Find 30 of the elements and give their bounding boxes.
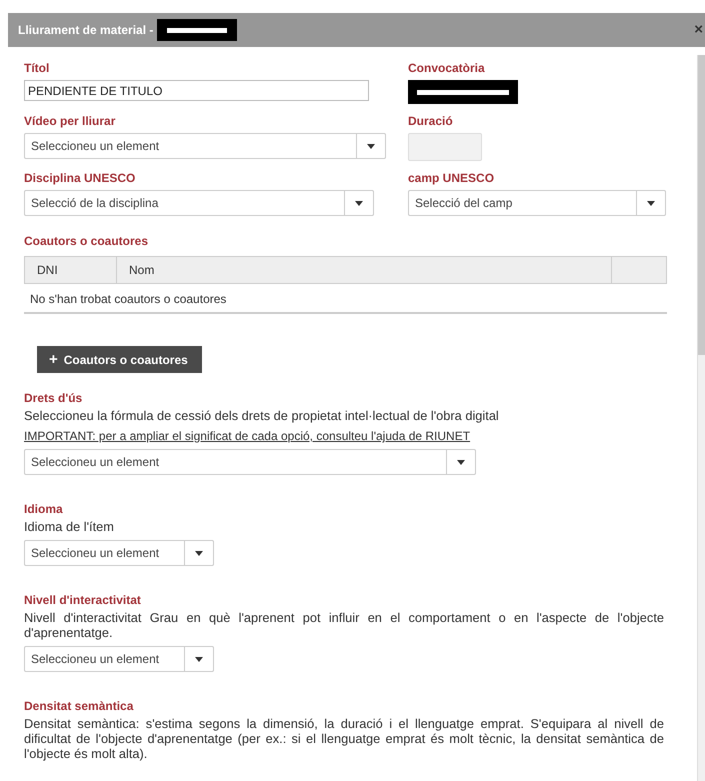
section-label: Densitat semàntica [24, 699, 134, 713]
section-label: Coautors o coautores [24, 234, 150, 248]
column-header: DNI [25, 257, 117, 283]
section-description: Seleccioneu la fórmula de cessió dels drets de propietat intel·lectual de l'obra digital [24, 408, 500, 423]
section-label: Idioma [24, 502, 64, 516]
select-field[interactable]: Seleccioneu un element [24, 133, 386, 159]
field-label: Vídeo per lliurar [24, 114, 116, 128]
select-field[interactable]: Seleccioneu un element [24, 540, 214, 566]
select-field[interactable]: Selecció del camp [408, 190, 666, 216]
select-field[interactable]: Selecció de la disciplina [24, 190, 374, 216]
empty-message: No s'han trobat coautors o coautores [24, 284, 667, 314]
duration-field[interactable] [408, 133, 482, 161]
section-label: Nivell d'interactivitat [24, 593, 142, 607]
window-title: Lliurament de material - [18, 23, 154, 37]
section-description: Nivell d'interactivitat Grau en què l'aprenent pot influir en el comportament o en l'aspecte de l'objecte d'aprenentatge. [24, 610, 664, 640]
section-description: Densitat semàntica: s'estima segons la dimensió, la duració i el llenguatge emprat. S'equipara al nivell de dificultat de l'objecte d'aprenentatge (per ex.: si el llenguatge emprat és molt tècnic, la densitat semàntica de l'objecte és molt alta). [24, 716, 664, 761]
select-field[interactable]: Seleccioneu un element [24, 646, 214, 672]
help-link[interactable]: IMPORTANT: per a ampliar el significat de cada opció, consulteu l'ajuda de RIUNET [24, 429, 470, 443]
field-label: camp UNESCO [408, 171, 496, 185]
field-label: Convocatòria [408, 61, 486, 75]
title-input[interactable]: PENDIENTE DE TITULO [24, 80, 369, 101]
add-coauthor-button[interactable]: + Coautors o coautores [37, 346, 202, 373]
section-label: Drets d'ús [24, 391, 84, 405]
field-label: Duració [408, 114, 454, 128]
column-header: Nom [117, 257, 612, 283]
select-field[interactable]: Seleccioneu un element [24, 449, 476, 475]
field-label: Disciplina UNESCO [24, 171, 136, 185]
field-label: Títol [24, 61, 50, 75]
close-button[interactable]: × [694, 21, 703, 38]
section-description: Idioma de l'ítem [24, 519, 115, 534]
